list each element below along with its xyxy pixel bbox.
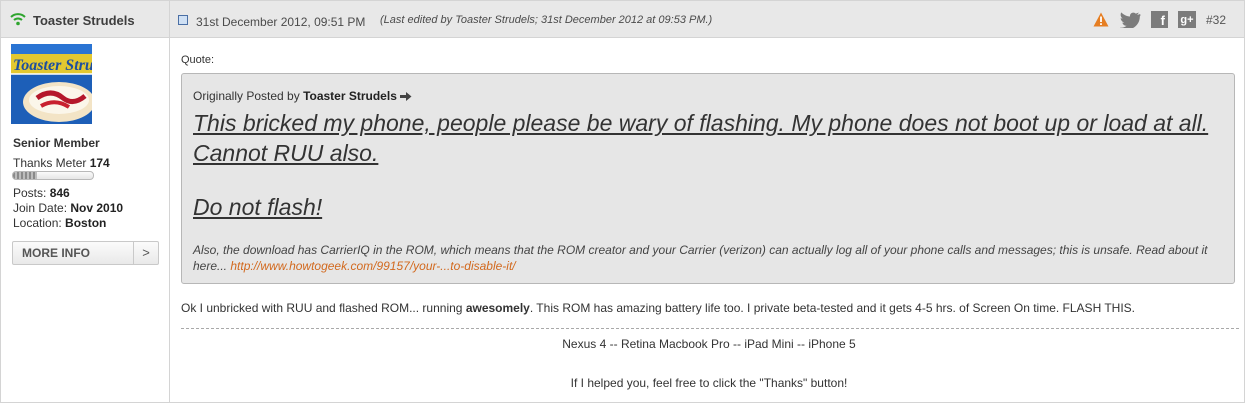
post-icon bbox=[178, 15, 188, 25]
thanks-meter-bar bbox=[12, 171, 94, 180]
thanks-value: 174 bbox=[89, 156, 110, 170]
quote-details: Also, the download has CarrierIQ in the … bbox=[193, 242, 1228, 274]
more-info-button[interactable]: MORE INFO > bbox=[12, 241, 159, 265]
post-header: Toaster Strudels 31st December 2012, 09:… bbox=[1, 1, 1244, 38]
facebook-icon[interactable]: f bbox=[1150, 11, 1168, 28]
post-body-end: . This ROM has amazing battery life too.… bbox=[529, 301, 1136, 315]
avatar-logo-text: Toaster Strudel bbox=[13, 57, 92, 74]
quote-origin-prefix: Originally Posted by bbox=[193, 89, 300, 103]
signature-devices: Nexus 4 -- Retina Macbook Pro -- iPad Mi… bbox=[562, 337, 856, 351]
quote-origin: Originally Posted by Toaster Strudels bbox=[193, 89, 412, 103]
last-edited-note: (Last edited by Toaster Strudels; 31st D… bbox=[380, 14, 713, 26]
join-date-value: Nov 2010 bbox=[70, 201, 124, 215]
user-info-panel: Toaster Strudel Senior Member Thanks Met… bbox=[1, 38, 170, 402]
location-label: Location: bbox=[13, 216, 62, 230]
location-value: Boston bbox=[65, 216, 107, 230]
thanks-label: Thanks Meter bbox=[13, 156, 87, 170]
post-date: 31st December 2012, 09:51 PM bbox=[196, 15, 366, 29]
signature-thanks-note: If I helped you, feel free to click the … bbox=[570, 376, 848, 390]
more-info-label[interactable]: MORE INFO bbox=[13, 242, 133, 264]
quote-headline: This bricked my phone, people please be … bbox=[193, 110, 1209, 166]
thanks-meter: Thanks Meter 174 bbox=[13, 156, 110, 170]
online-icon bbox=[10, 13, 26, 26]
warning-icon[interactable] bbox=[1093, 12, 1109, 27]
view-post-arrow-icon[interactable] bbox=[400, 92, 412, 101]
username-link[interactable]: Toaster Strudels bbox=[33, 13, 135, 28]
avatar[interactable]: Toaster Strudel bbox=[11, 44, 92, 124]
twitter-icon[interactable] bbox=[1119, 11, 1141, 28]
quote-box: Originally Posted by Toaster Strudels Th… bbox=[181, 73, 1235, 284]
post-user-header: Toaster Strudels bbox=[1, 1, 170, 37]
forum-post: Toaster Strudels 31st December 2012, 09:… bbox=[0, 0, 1245, 403]
post-actions: f g+ #32 bbox=[1093, 11, 1226, 28]
post-number-link[interactable]: #32 bbox=[1206, 13, 1226, 27]
quote-label: Quote: bbox=[181, 54, 215, 66]
posts-label: Posts: bbox=[13, 186, 47, 200]
user-stats: Posts: 846 Join Date: Nov 2010 Location:… bbox=[13, 186, 123, 231]
quote-warning: Do not flash! bbox=[193, 194, 323, 220]
thanks-meter-fill bbox=[13, 172, 37, 179]
post-body: Ok I unbricked with RUU and flashed ROM.… bbox=[181, 301, 1135, 315]
google-plus-icon[interactable]: g+ bbox=[1177, 11, 1196, 28]
join-date-label: Join Date: bbox=[13, 201, 68, 215]
quote-author-link[interactable]: Toaster Strudels bbox=[303, 89, 397, 103]
post-body-bold: awesomely bbox=[465, 301, 530, 315]
signature-divider bbox=[181, 328, 1239, 329]
posts-value: 846 bbox=[49, 186, 70, 200]
post-body-start: Ok I unbricked with RUU and flashed ROM.… bbox=[181, 301, 463, 315]
user-title: Senior Member bbox=[13, 136, 100, 150]
post-content: Quote: Originally Posted by Toaster Stru… bbox=[170, 38, 1244, 402]
more-info-arrow-icon[interactable]: > bbox=[133, 242, 158, 264]
quote-link[interactable]: http://www.howtogeek.com/99157/your-...t… bbox=[230, 259, 515, 273]
